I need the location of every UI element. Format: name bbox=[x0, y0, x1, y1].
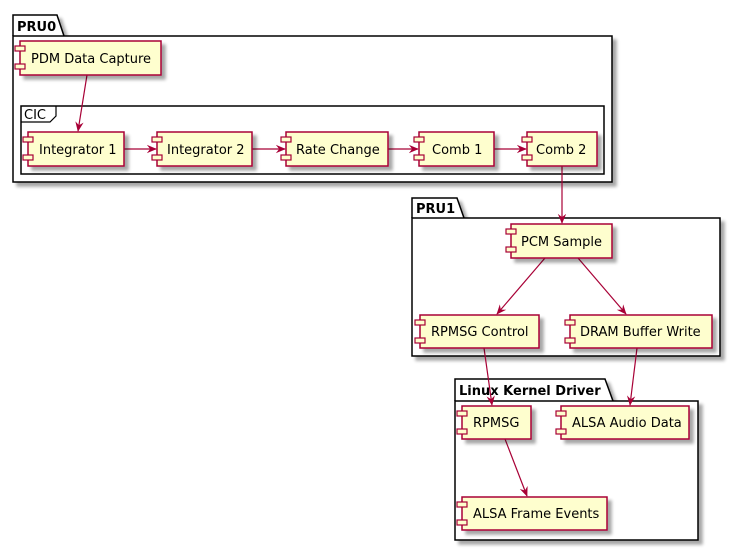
package-linux-label: Linux Kernel Driver bbox=[459, 384, 601, 399]
component-label: PCM Sample bbox=[521, 235, 602, 250]
component-label: RPMSG Control bbox=[431, 325, 529, 340]
component-label: Integrator 1 bbox=[39, 143, 117, 158]
component-rpmsg-control[interactable]: RPMSG Control bbox=[414, 314, 540, 349]
package-pru0-label: PRU0 bbox=[17, 20, 56, 35]
component-port-icon bbox=[151, 154, 163, 161]
component-rate-change[interactable]: Rate Change bbox=[280, 131, 389, 167]
component-comb-2[interactable]: Comb 2 bbox=[521, 131, 598, 167]
component-port-icon bbox=[564, 337, 576, 344]
component-port-icon bbox=[555, 428, 567, 435]
component-port-icon bbox=[413, 154, 425, 161]
component-label: PDM Data Capture bbox=[31, 52, 151, 67]
component-port-icon bbox=[505, 228, 517, 235]
component-port-icon bbox=[521, 154, 533, 161]
component-port-icon bbox=[414, 319, 426, 326]
component-label: ALSA Frame Events bbox=[473, 507, 600, 522]
component-label: Comb 1 bbox=[432, 143, 482, 158]
component-label: DRAM Buffer Write bbox=[580, 325, 701, 340]
component-port-icon bbox=[564, 319, 576, 326]
component-port-icon bbox=[414, 337, 426, 344]
component-integrator-2[interactable]: Integrator 2 bbox=[151, 131, 253, 167]
component-port-icon bbox=[505, 246, 517, 253]
component-pdm-data-capture[interactable]: PDM Data Capture bbox=[14, 40, 162, 76]
component-port-icon bbox=[521, 136, 533, 143]
component-port-icon bbox=[280, 154, 292, 161]
component-dram-buffer-write[interactable]: DRAM Buffer Write bbox=[564, 314, 713, 349]
component-alsa-audio-data[interactable]: ALSA Audio Data bbox=[555, 405, 690, 440]
component-alsa-frame-events[interactable]: ALSA Frame Events bbox=[456, 496, 608, 531]
component-rpmsg[interactable]: RPMSG bbox=[456, 405, 532, 440]
component-label: RPMSG bbox=[473, 416, 519, 431]
component-port-icon bbox=[456, 428, 468, 435]
component-port-icon bbox=[456, 501, 468, 508]
component-port-icon bbox=[14, 45, 26, 52]
component-integrator-1[interactable]: Integrator 1 bbox=[22, 131, 125, 167]
component-pcm-sample[interactable]: PCM Sample bbox=[505, 223, 613, 259]
component-port-icon bbox=[22, 154, 34, 161]
component-label: Rate Change bbox=[296, 143, 380, 158]
component-port-icon bbox=[413, 136, 425, 143]
component-port-icon bbox=[151, 136, 163, 143]
component-port-icon bbox=[280, 136, 292, 143]
component-port-icon bbox=[456, 519, 468, 526]
component-port-icon bbox=[22, 136, 34, 143]
component-diagram: PRU0 CIC PRU1 Linux Kernel Driver PDM Da… bbox=[12, 14, 721, 541]
component-port-icon bbox=[555, 410, 567, 417]
component-port-icon bbox=[14, 63, 26, 70]
component-label: Comb 2 bbox=[536, 143, 586, 158]
component-label: Integrator 2 bbox=[167, 143, 245, 158]
component-comb-1[interactable]: Comb 1 bbox=[413, 131, 495, 167]
component-port-icon bbox=[456, 410, 468, 417]
component-label: ALSA Audio Data bbox=[572, 416, 682, 431]
package-pru1-label: PRU1 bbox=[416, 202, 455, 217]
frame-cic-label: CIC bbox=[24, 108, 46, 123]
